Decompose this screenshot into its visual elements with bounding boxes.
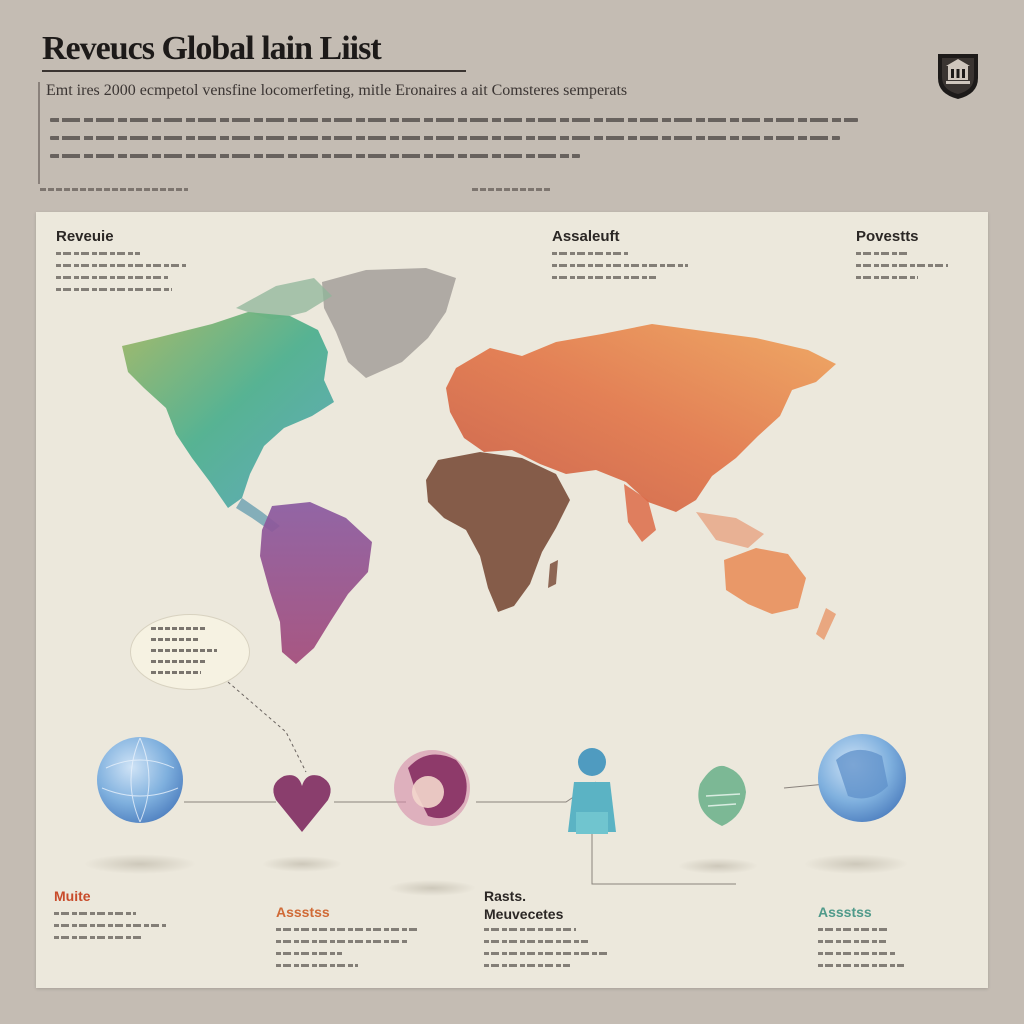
world-map-orb-icon [394, 750, 470, 826]
item-label-3: Rasts. [484, 888, 527, 904]
heart-map-pin-icon [273, 775, 331, 832]
australia-region [724, 548, 806, 614]
north-america-region [122, 312, 334, 508]
footnote-rule [472, 188, 552, 191]
globe-blue-right-icon [818, 734, 906, 822]
person-figure-icon [568, 748, 616, 834]
item-label-1: Muite [54, 888, 91, 904]
subtitle: Emt ires 2000 ecmpetol vensfine locomerf… [46, 82, 628, 99]
infographic-panel: Reveuie Assaleuft Povestts Muite Assstss… [36, 212, 988, 988]
greenland-region [322, 268, 456, 378]
crest-logo-icon [938, 54, 978, 99]
page-title: Reveucs Global lain Liist [42, 30, 382, 67]
leaf-map-pin-icon [698, 765, 746, 826]
item-label-4: Meuvecetes [484, 906, 564, 922]
item-text-5 [818, 928, 908, 976]
intro-divider [38, 82, 40, 184]
new-zealand-region [816, 608, 836, 640]
callout-bubble [130, 614, 250, 690]
title-underline [42, 70, 466, 72]
item-label-5: Assstss [818, 904, 872, 920]
footnote-rule [40, 188, 188, 191]
intro-paragraph [50, 118, 870, 172]
item-text-2 [276, 928, 426, 976]
globe-blue-left-icon [97, 737, 183, 823]
item-label-2: Assstss [276, 904, 330, 920]
world-map [84, 268, 908, 896]
africa-region [426, 452, 570, 612]
madagascar-region [548, 560, 558, 588]
item-text-3 [484, 928, 624, 976]
item-text-1 [54, 912, 174, 948]
south-america-region [260, 502, 372, 664]
southeast-asia-region [696, 512, 764, 548]
